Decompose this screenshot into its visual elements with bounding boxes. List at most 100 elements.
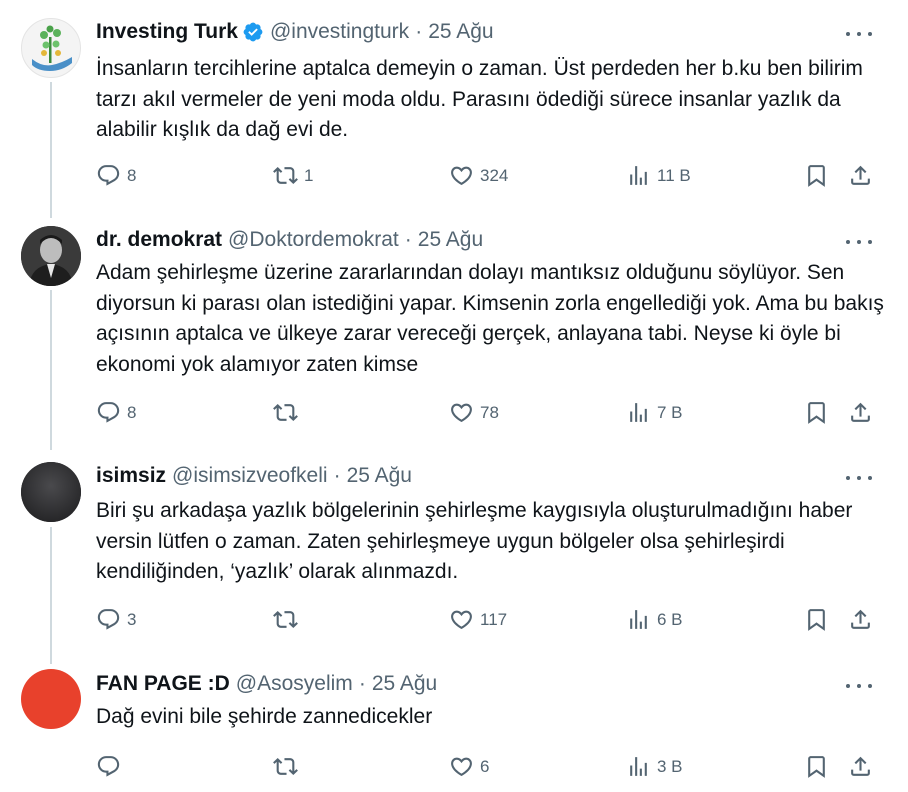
retweet-button[interactable] <box>273 400 304 425</box>
share-button[interactable] <box>848 607 873 632</box>
like-count: 78 <box>480 402 499 422</box>
tweet-date[interactable]: 25 Ağu <box>347 464 412 488</box>
like-icon <box>451 610 472 630</box>
separator-dot: · <box>415 20 423 43</box>
share-icon <box>851 609 870 629</box>
like-icon <box>451 166 472 186</box>
separator-dot: · <box>358 672 366 695</box>
reply-icon <box>97 165 120 186</box>
verified-badge-icon <box>242 21 264 43</box>
tweet-header: isimsiz @isimsizveofkeli · 25 Ağu <box>96 464 412 488</box>
bookmark-button[interactable] <box>804 607 829 632</box>
more-icon[interactable] <box>846 468 872 488</box>
like-count: 117 <box>480 609 508 629</box>
reply-icon <box>97 609 120 630</box>
reply-button[interactable] <box>96 754 127 779</box>
views-icon <box>630 403 647 422</box>
tweet-text: Dağ evini bile şehirde zannedicekler <box>96 705 433 728</box>
views-count: 11 B <box>657 165 691 185</box>
views-button[interactable]: 11 B <box>626 163 691 188</box>
tweet-actions: 6 3 B <box>96 754 886 780</box>
more-icon[interactable] <box>846 676 872 696</box>
views-button[interactable]: 7 B <box>626 400 683 425</box>
tweet-date[interactable]: 25 Ağu <box>418 228 483 252</box>
like-icon <box>451 403 472 423</box>
share-icon <box>851 402 870 422</box>
reply-count: 8 <box>127 402 137 422</box>
author-handle[interactable]: @Asosyelim <box>236 672 353 696</box>
like-count: 324 <box>480 165 509 185</box>
tweet-actions: 8 1 324 11 B <box>96 163 886 189</box>
author-handle[interactable]: @Doktordemokrat <box>228 228 399 252</box>
reply-icon <box>97 756 120 777</box>
like-icon <box>451 757 472 777</box>
retweet-count: 1 <box>304 165 314 185</box>
like-button[interactable]: 117 <box>449 607 507 632</box>
bookmark-button[interactable] <box>804 754 829 779</box>
retweet-icon <box>273 167 298 184</box>
tweet-actions: 8 78 7 B <box>96 400 886 426</box>
retweet-icon <box>273 611 298 628</box>
avatar[interactable] <box>21 669 81 729</box>
more-icon[interactable] <box>846 24 872 44</box>
views-button[interactable]: 6 B <box>626 607 683 632</box>
tweet-date[interactable]: 25 Ağu <box>372 672 437 696</box>
reply-count: 3 <box>127 609 137 629</box>
views-icon <box>630 757 647 776</box>
like-button[interactable]: 78 <box>449 400 499 425</box>
author-handle[interactable]: @isimsizveofkeli <box>172 464 328 488</box>
retweet-icon <box>273 758 298 775</box>
share-button[interactable] <box>848 754 873 779</box>
more-icon[interactable] <box>846 232 872 252</box>
share-button[interactable] <box>848 163 873 188</box>
tweet-text: İnsanların tercihlerine aptalca demeyin … <box>96 57 863 141</box>
thread-connector-line <box>50 290 52 450</box>
bookmark-icon <box>808 402 825 424</box>
separator-dot: · <box>333 464 341 487</box>
bookmark-icon <box>808 756 825 778</box>
views-button[interactable]: 3 B <box>626 754 683 779</box>
author-name[interactable]: dr. demokrat <box>96 228 222 252</box>
views-icon <box>630 166 647 185</box>
retweet-button[interactable]: 1 <box>273 163 313 188</box>
tweet-header: FAN PAGE :D @Asosyelim · 25 Ağu <box>96 672 437 696</box>
reply-button[interactable]: 3 <box>96 607 136 632</box>
share-button[interactable] <box>848 400 873 425</box>
avatar[interactable] <box>21 226 81 286</box>
like-button[interactable]: 6 <box>449 754 489 779</box>
tweet-header: Investing Turk @investingturk · 25 Ağu <box>96 20 494 44</box>
retweet-button[interactable] <box>273 607 304 632</box>
author-handle[interactable]: @investingturk <box>270 20 409 44</box>
views-count: 7 B <box>657 402 683 422</box>
author-name[interactable]: isimsiz <box>96 464 166 488</box>
tweet-actions: 3 117 6 B <box>96 607 886 633</box>
tweet-text: Adam şehirleşme üzerine zararlarından do… <box>96 261 884 376</box>
retweet-button[interactable] <box>273 754 304 779</box>
views-count: 6 B <box>657 609 683 629</box>
bookmark-button[interactable] <box>804 163 829 188</box>
avatar[interactable] <box>21 462 81 522</box>
thread-connector-line <box>50 82 52 218</box>
like-count: 6 <box>480 756 490 776</box>
avatar[interactable] <box>21 18 81 78</box>
tweet-date[interactable]: 25 Ağu <box>428 20 493 44</box>
reply-icon <box>97 402 120 423</box>
views-icon <box>630 610 647 629</box>
share-icon <box>851 165 870 185</box>
reply-button[interactable]: 8 <box>96 400 136 425</box>
thread-connector-line <box>50 527 52 664</box>
author-name[interactable]: Investing Turk <box>96 20 238 44</box>
retweet-icon <box>273 404 298 421</box>
reply-button[interactable]: 8 <box>96 163 136 188</box>
bookmark-button[interactable] <box>804 400 829 425</box>
bookmark-icon <box>808 165 825 187</box>
like-button[interactable]: 324 <box>449 163 508 188</box>
tweet-header: dr. demokrat @Doktordemokrat · 25 Ağu <box>96 228 483 252</box>
share-icon <box>851 756 870 776</box>
author-name[interactable]: FAN PAGE :D <box>96 672 230 696</box>
reply-count: 8 <box>127 165 137 185</box>
separator-dot: · <box>404 228 412 251</box>
tweet-text: Biri şu arkadaşa yazlık bölgelerinin şeh… <box>96 499 853 583</box>
views-count: 3 B <box>657 756 683 776</box>
bookmark-icon <box>808 609 825 631</box>
